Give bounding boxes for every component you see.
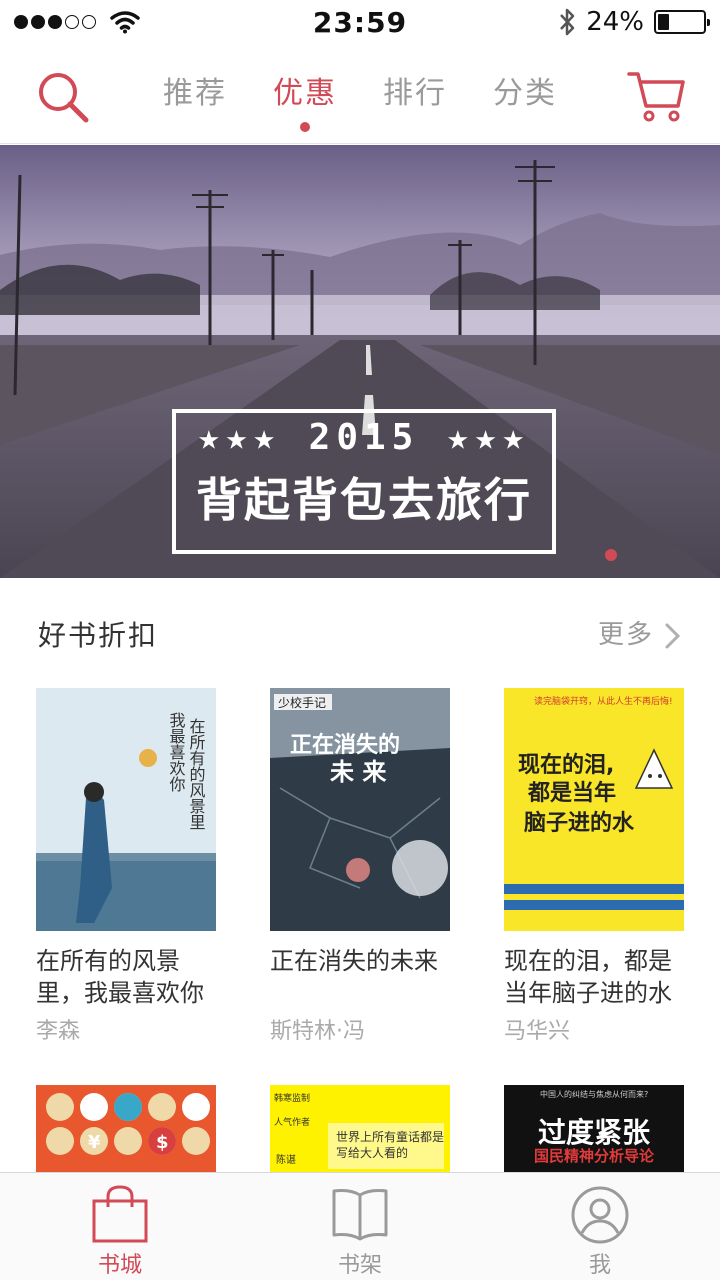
book-title: 正在消失的未来 [270, 947, 438, 975]
svg-text:陈谌: 陈谌 [276, 1153, 296, 1166]
wifi-icon [110, 11, 140, 34]
book-cover[interactable]: 中国人的纠结与焦虑从何而来? 过度紧张 国民精神分析导论 [504, 1085, 684, 1175]
search-icon[interactable] [36, 70, 90, 124]
book-icon [332, 1189, 388, 1241]
svg-text:正在消失的: 正在消失的 [290, 732, 400, 758]
banner-slogan: 背起背包去旅行 [196, 473, 532, 527]
status-left [14, 10, 140, 34]
battery-icon [654, 10, 710, 34]
cover-subtitle: 国民精神分析导论 [533, 1147, 654, 1165]
svg-text:都是当年: 都是当年 [527, 780, 616, 806]
book-cover[interactable]: 在所有的风景里 我最喜欢你 [36, 688, 216, 931]
more-link[interactable]: 更多 [598, 614, 654, 651]
bag-icon [92, 1185, 148, 1243]
book-author: 李森 [36, 1019, 81, 1044]
book-list-row-2: ¥ $ 韩寒监制 人气作者 陈谌 世界上所有童话都是写给大人看的 中国人的纠结与… [0, 1085, 720, 1175]
book-title: 在所有的风景里，我最喜欢你 [36, 947, 204, 1007]
tab-label: 排行 [383, 76, 447, 111]
svg-text:脑子进的水: 脑子进的水 [524, 810, 635, 836]
banner-page-indicator [605, 549, 617, 561]
section-title: 好书折扣 [38, 619, 159, 652]
svg-text:韩寒监制: 韩寒监制 [274, 1092, 310, 1104]
tab-label: 分类 [493, 76, 557, 111]
discount-section-header: 好书折扣 更多 [0, 600, 720, 670]
bottom-tab-bar: 书城 书架 我 [0, 1172, 720, 1280]
tab-recommend[interactable]: 推荐 [140, 44, 250, 144]
top-nav: 推荐 优惠 排行 分类 [0, 44, 720, 144]
book-card[interactable]: 少校手记 正在消失的 未 来 正在消失的未来 斯特林·冯 [270, 688, 460, 1045]
tab-label: 推荐 [163, 76, 227, 111]
tab-bookshelf[interactable]: 书架 [240, 1173, 480, 1280]
svg-text:我最喜欢你: 我最喜欢你 [167, 712, 186, 792]
book-cover[interactable]: 韩寒监制 人气作者 陈谌 世界上所有童话都是写给大人看的 [270, 1085, 450, 1175]
svg-text:读完脑袋开窍，从此人生不再后悔!: 读完脑袋开窍，从此人生不再后悔! [534, 695, 673, 707]
book-title: 现在的泪，都是当年脑子进的水 [504, 947, 672, 1007]
svg-text:未 来: 未 来 [330, 758, 387, 786]
bluetooth-icon [560, 8, 575, 36]
svg-text:¥: ¥ [88, 1132, 101, 1153]
svg-text:$: $ [156, 1132, 169, 1153]
category-tabs: 推荐 优惠 排行 分类 [140, 44, 580, 144]
battery-percent: 24% [586, 7, 644, 37]
cover-series-text: 少校手记 [278, 695, 326, 710]
book-card[interactable]: 在所有的风景里 我最喜欢你 在所有的风景里，我最喜欢你 李森 [36, 688, 226, 1045]
book-cover[interactable]: ¥ $ [36, 1085, 216, 1175]
promo-banner[interactable]: ★★★ 2015 ★★★ 背起背包去旅行 [0, 145, 720, 578]
banner-year: ★★★ 2015 ★★★ [197, 417, 531, 458]
tab-category[interactable]: 分类 [470, 44, 580, 144]
status-bar: 23:59 24% [0, 0, 720, 44]
tab-label: 书架 [337, 1253, 382, 1278]
active-tab-indicator [300, 122, 310, 132]
tab-ranking[interactable]: 排行 [360, 44, 470, 144]
svg-text:在所有的风景里: 在所有的风景里 [187, 718, 206, 830]
cover-caption: 世界上所有童话都是写给大人看的 [336, 1130, 445, 1160]
book-cover[interactable]: 读完脑袋开窍，从此人生不再后悔! 现在的泪, 都是当年 脑子进的水 [504, 688, 684, 931]
svg-text:中国人的纠结与焦虑从何而来?: 中国人的纠结与焦虑从何而来? [540, 1089, 648, 1099]
signal-strength-icon [14, 15, 96, 29]
chevron-right-icon[interactable] [662, 622, 684, 650]
tab-label: 优惠 [273, 76, 337, 111]
svg-text:人气作者: 人气作者 [274, 1116, 310, 1128]
book-author: 马华兴 [504, 1019, 571, 1044]
tab-label: 书城 [97, 1253, 142, 1278]
tab-me[interactable]: 我 [480, 1173, 720, 1280]
banner-caption: ★★★ 2015 ★★★ 背起背包去旅行 [172, 409, 556, 554]
svg-text:现在的泪,: 现在的泪, [518, 752, 614, 778]
status-right: 24% [558, 7, 710, 37]
tab-bookstore[interactable]: 书城 [0, 1173, 240, 1280]
cart-icon[interactable] [626, 68, 686, 124]
book-author: 斯特林·冯 [270, 1019, 365, 1044]
book-card[interactable]: 读完脑袋开窍，从此人生不再后悔! 现在的泪, 都是当年 脑子进的水 现在的泪，都… [504, 688, 694, 1045]
book-cover[interactable]: 少校手记 正在消失的 未 来 [270, 688, 450, 931]
tab-label: 我 [588, 1253, 611, 1278]
user-icon [571, 1186, 629, 1244]
tab-discount[interactable]: 优惠 [250, 44, 360, 144]
